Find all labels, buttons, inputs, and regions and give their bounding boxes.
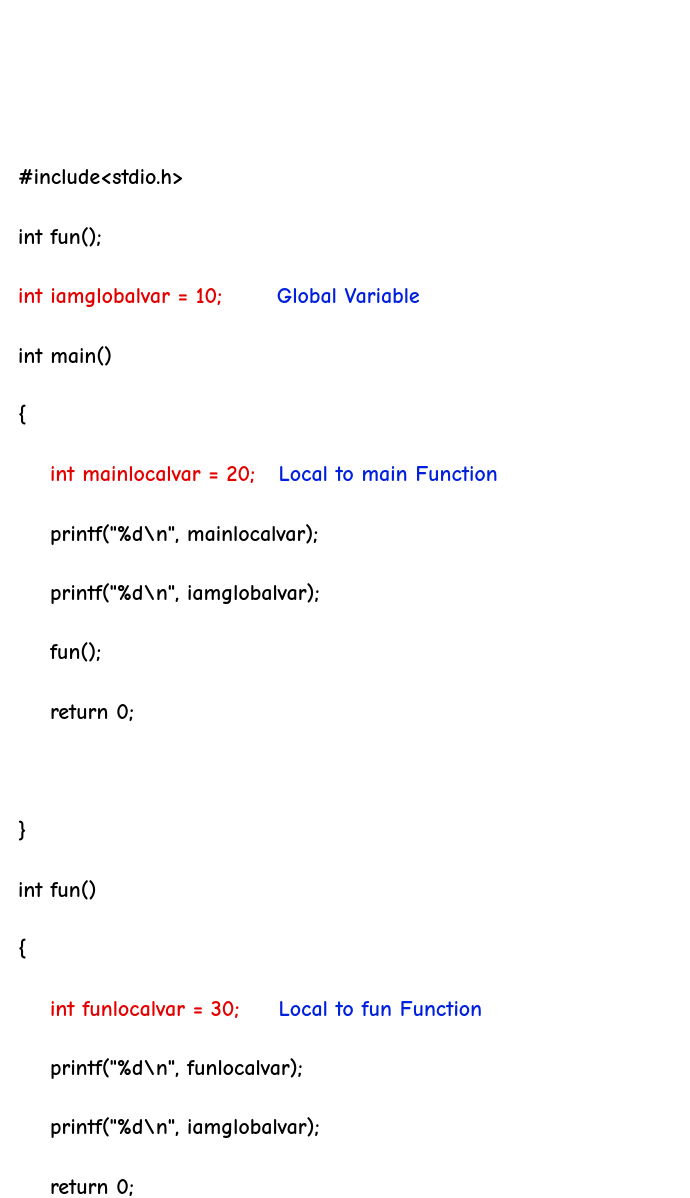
code-line: } <box>18 817 672 847</box>
code-line: printf("%d\n", iamglobalvar); <box>18 579 672 609</box>
code-line: int fun(); <box>18 223 672 253</box>
code-line: return 0; <box>18 1173 672 1198</box>
code-line: return 0; <box>18 698 672 728</box>
code-text-red: int funlocalvar = 30; <box>50 996 239 1022</box>
code-line: printf("%d\n", iamglobalvar); <box>18 1113 672 1143</box>
comment-label: Local to fun Function <box>278 996 482 1022</box>
code-line: int fun() <box>18 876 672 906</box>
code-text-red: int mainlocalvar = 20; <box>50 461 255 487</box>
comment-label: Global Variable <box>277 283 420 309</box>
code-line: printf("%d\n", mainlocalvar); <box>18 520 672 550</box>
code-text-spacer <box>222 283 277 309</box>
code-line: printf("%d\n", funlocalvar); <box>18 1054 672 1084</box>
code-line <box>18 757 672 787</box>
code-line: int funlocalvar = 30; Local to fun Funct… <box>18 995 672 1025</box>
code-line: { <box>18 401 672 431</box>
code-text-spacer <box>255 461 279 487</box>
code-line: fun(); <box>18 638 672 668</box>
code-text-red: int iamglobalvar = 10; <box>18 283 222 309</box>
code-text-spacer <box>239 996 278 1022</box>
code-line: int iamglobalvar = 10; Global Variable <box>18 282 672 312</box>
code-line: { <box>18 935 672 965</box>
code-line: int main() <box>18 342 672 372</box>
comment-label: Local to main Function <box>278 461 497 487</box>
code-line: #include<stdio.h> <box>18 163 672 193</box>
code-block: #include<stdio.h> int fun(); int iamglob… <box>18 134 672 1198</box>
code-line: int mainlocalvar = 20; Local to main Fun… <box>18 460 672 490</box>
